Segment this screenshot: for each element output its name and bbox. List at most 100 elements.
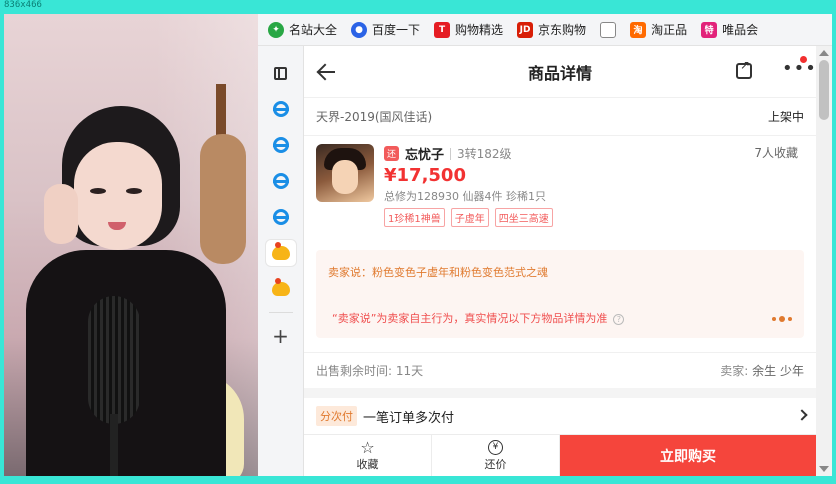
guitar [200, 134, 246, 264]
vip-icon: 特 [701, 21, 718, 38]
webcam-feed [4, 14, 258, 476]
microphone [88, 296, 140, 424]
tmall-icon: T [434, 21, 451, 38]
character-name: 忘忧子 [405, 148, 445, 163]
game-chick-icon [271, 242, 290, 260]
bookmark-label: 京东购物 [538, 23, 587, 37]
browser-e-icon [272, 173, 289, 189]
streamer-hand [44, 184, 78, 244]
page-scrollbar[interactable] [816, 46, 832, 476]
sidebar-panel-icon [274, 66, 287, 80]
listing-status: 上架中 [767, 110, 804, 124]
seller-label: 卖家: [720, 364, 749, 378]
game-chick-icon [271, 278, 290, 296]
share-icon[interactable] [736, 58, 752, 79]
bookmark-taozhengpin[interactable]: 淘 淘正品 [630, 21, 687, 38]
microphone-stand [110, 414, 118, 476]
star-icon: ☆ [360, 437, 375, 457]
scroll-up-icon[interactable] [819, 50, 829, 56]
seller-info[interactable]: 卖家: 余生 少年 [720, 362, 804, 379]
divider [450, 147, 452, 160]
help-icon[interactable]: ? [613, 314, 625, 325]
feature-chip: 子虚年 [450, 208, 489, 227]
sidebar-tab-4[interactable] [266, 204, 296, 230]
jd-icon: JD [517, 21, 534, 38]
feature-chip: 四坐三高速 [494, 208, 553, 227]
sidebar-tab-1[interactable] [266, 96, 296, 122]
buy-now-label: 立即购买 [660, 448, 716, 465]
tao-icon: 淘 [630, 21, 647, 38]
price: ¥17,500 [384, 165, 466, 186]
bookmark-vip[interactable]: 特 唯品会 [701, 21, 758, 38]
bookmark-label: 购物精选 [455, 23, 504, 37]
sidebar-tab-3[interactable] [266, 168, 296, 194]
bookmark-label: 名站大全 [289, 23, 338, 37]
bookmark-label: 百度一下 [372, 23, 421, 37]
character-level: 3转182级 [457, 147, 512, 161]
sale-meta-row: 出售剩余时间: 11天 卖家: 余生 少年 [304, 352, 816, 388]
section-gap [304, 388, 816, 398]
loading-dots-icon [772, 316, 792, 322]
page-title: 商品详情 [527, 63, 592, 83]
feature-chip: 1珍稀1神兽 [384, 208, 445, 227]
installment-row[interactable]: 分次付 一笔订单多次付 [304, 398, 816, 434]
bookmark-page[interactable] [600, 21, 617, 38]
sidebar-toggle-button[interactable] [266, 60, 296, 86]
yen-icon: ¥ [488, 439, 503, 455]
character-info: 还 忘忧子 3转182级 7人收藏 ¥17,500 总修为128930 仙器4件… [384, 144, 804, 227]
favorite-label: 收藏 [356, 457, 379, 471]
bookmark-label: 唯品会 [722, 23, 759, 37]
page-icon [600, 21, 617, 38]
globe-icon: ✦ [268, 21, 284, 38]
sidebar-tab-6[interactable] [266, 276, 296, 302]
streamer-eye-right [126, 188, 142, 194]
more-menu-icon[interactable]: ••• [782, 60, 816, 78]
installment-text: 一笔订单多次付 [363, 410, 455, 426]
server-name: 天界-2019(国风佳话) [316, 110, 433, 124]
browser-e-icon [272, 209, 289, 225]
browser-e-icon [272, 137, 289, 153]
bookmark-baidu[interactable]: ● 百度一下 [351, 21, 420, 38]
baidu-paw-icon: ● [351, 21, 368, 38]
scroll-thumb[interactable] [819, 60, 829, 120]
seller-name: 余生 少年 [752, 364, 804, 378]
chevron-right-icon [796, 409, 808, 421]
installment-tag: 分次付 [316, 406, 357, 426]
scroll-down-icon[interactable] [819, 466, 829, 472]
feature-chips: 1珍稀1神兽 子虚年 四坐三高速 [384, 208, 804, 227]
disclaimer-text: “卖家说”为卖家自主行为，真实情况以下方物品详情为准 [332, 312, 608, 325]
seller-note-box: 卖家说：粉色变色子虚年和粉色变色范式之魂 “卖家说”为卖家自主行为，真实情况以下… [316, 250, 804, 338]
sidebar-new-tab-button[interactable]: + [266, 323, 296, 349]
browser-sidebar: + [258, 46, 304, 476]
character-stats: 总修为128930 仙器4件 珍稀1只 [384, 190, 546, 203]
favorite-button[interactable]: ☆ 收藏 [304, 435, 432, 476]
back-arrow-icon[interactable] [316, 62, 336, 82]
bottom-action-bar: ☆ 收藏 ¥ 还价 立即购买 [304, 434, 816, 476]
favorite-count: 7人收藏 [754, 146, 798, 160]
page-header: 商品详情 ••• [304, 46, 816, 98]
sidebar-tab-5-active[interactable] [265, 240, 296, 266]
sidebar-divider [268, 312, 293, 313]
buy-now-button[interactable]: 立即购买 [560, 435, 816, 476]
character-item[interactable]: 还 忘忧子 3转182级 7人收藏 ¥17,500 总修为128930 仙器4件… [304, 136, 816, 234]
bargain-label: 还价 [484, 457, 507, 471]
frame-size-label: 836x466 [4, 0, 42, 10]
bookmark-shopping[interactable]: T 购物精选 [434, 21, 503, 38]
bookmark-jd[interactable]: JD 京东购物 [517, 21, 586, 38]
plus-icon: + [272, 324, 289, 348]
browser-window: ✦ 名站大全 ● 百度一下 T 购物精选 JD 京东购物 淘 淘正品 特 唯品会 [258, 14, 832, 476]
browser-e-icon [272, 101, 289, 117]
streamer-face [74, 142, 162, 250]
bargain-badge: 还 [384, 146, 399, 161]
server-row: 天界-2019(国风佳话) 上架中 [304, 98, 816, 136]
bargain-button[interactable]: ¥ 还价 [432, 435, 560, 476]
seller-disclaimer: “卖家说”为卖家自主行为，真实情况以下方物品详情为准? [332, 310, 625, 326]
product-page: 商品详情 ••• 天界-2019(国风佳话) 上架中 还 忘忧子 3转182级 [304, 46, 816, 476]
bookmark-label: 淘正品 [651, 23, 688, 37]
notification-dot [800, 56, 807, 63]
avatar-face [332, 160, 358, 194]
character-avatar [316, 144, 374, 202]
bookmark-mingzhan[interactable]: ✦ 名站大全 [268, 21, 337, 38]
streamer-eye-left [90, 188, 106, 194]
sidebar-tab-2[interactable] [266, 132, 296, 158]
